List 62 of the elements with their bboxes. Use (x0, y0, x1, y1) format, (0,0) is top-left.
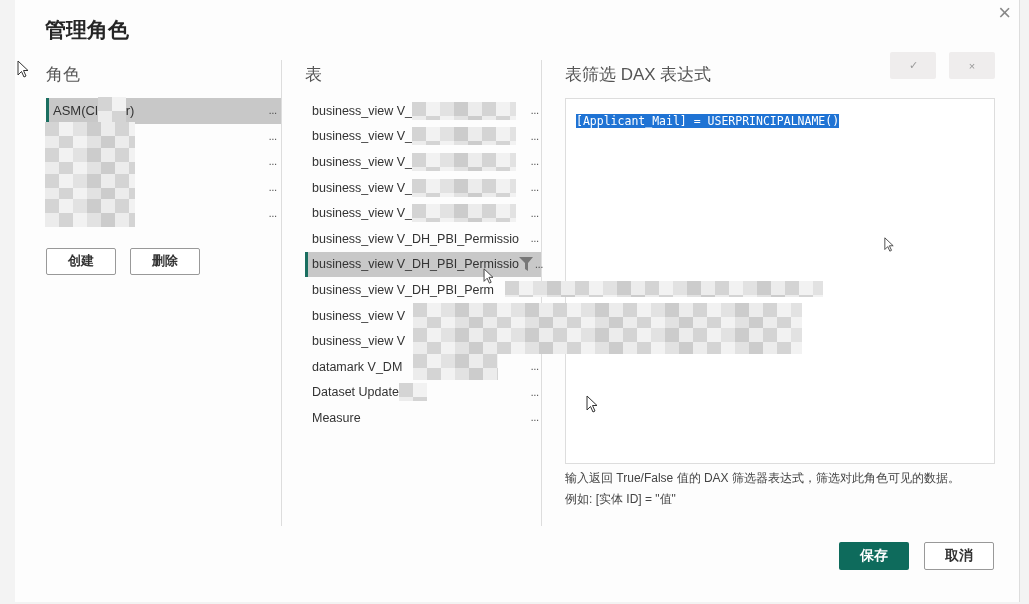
table-item[interactable]: business_view V_ ... (305, 98, 541, 124)
more-options[interactable]: ... (268, 182, 277, 194)
table-item[interactable]: Measure ... (305, 405, 541, 431)
more-options[interactable]: ... (268, 130, 277, 142)
table-name: datamark V_DM (312, 359, 403, 374)
more-options[interactable]: ... (530, 156, 539, 168)
hint-text: 输入返回 True/False 值的 DAX 筛选器表达式，筛选对此角色可见的数据。例如: [实体 ID] = "值" (565, 470, 961, 508)
table-name: business_view V_DH_PBI_Permissio (312, 231, 520, 246)
role-button[interactable]: 创建 (46, 247, 116, 275)
dialog-title: 管理角色 (45, 17, 129, 43)
column-header: 表 (305, 64, 323, 86)
more-options[interactable]: ... (530, 233, 539, 245)
table-name: business_view V_DH_PBI_Permissio (312, 257, 520, 272)
more-options[interactable]: ... (535, 258, 544, 270)
table-item[interactable]: business_view V_ ... (305, 200, 541, 226)
table-name: business_view V_DH_PBI_Perm (312, 282, 495, 297)
role-item[interactable]: ASM(Cl r) ... (46, 98, 281, 124)
role-button[interactable]: 删除 (130, 247, 200, 275)
role-item[interactable]: ... (46, 174, 281, 201)
more-options[interactable]: ... (530, 182, 539, 194)
table-item[interactable]: business_view V_ ... (305, 174, 541, 201)
table-name: business_view V_ (312, 206, 413, 221)
table-name: Dataset Update (312, 385, 399, 400)
table-item[interactable]: business_view V (305, 302, 408, 329)
close-button[interactable]: × (994, 0, 1015, 26)
cursor-icon (884, 237, 894, 252)
more-options[interactable]: ... (530, 386, 539, 398)
dialog-button[interactable]: 保存 (839, 542, 909, 570)
more-options[interactable]: ... (268, 105, 277, 117)
dialog-button[interactable]: 取消 (924, 542, 994, 570)
table-name: business_view V (312, 308, 406, 323)
table-item[interactable]: Dataset Update ... (305, 379, 541, 406)
role-name: ASM(Cl (53, 103, 98, 119)
table-item[interactable]: datamark V_DM ... (305, 353, 541, 380)
table-name: business_view V_ (312, 103, 413, 118)
more-options[interactable]: ... (530, 412, 539, 424)
table-item[interactable]: business_view V_ ... (305, 123, 541, 150)
more-options[interactable]: ... (530, 207, 539, 219)
more-options[interactable]: ... (268, 207, 277, 219)
table-name: Measure (312, 410, 361, 425)
table-name: business_view V_ (312, 155, 413, 169)
cursor-icon (586, 395, 598, 413)
table-item[interactable]: business_view V_DH_PBI_Perm (305, 277, 497, 303)
column-header: 表筛选 DAX 表达式 (565, 64, 712, 86)
role-name: r) (125, 103, 135, 119)
column-header: 角色 (46, 64, 81, 86)
table-item[interactable]: business_view V_ ... (305, 149, 541, 175)
more-options[interactable]: ... (530, 105, 539, 117)
table-item[interactable]: business_view V_DH_PBI_Permissio ... (305, 225, 541, 252)
code-text: [Applicant_Mail] = USERPRINCIPALNAME() (576, 114, 840, 128)
more-options[interactable]: ... (268, 156, 277, 168)
expression-editor[interactable]: [Applicant_Mail] = USERPRINCIPALNAME() (565, 98, 995, 464)
table-item[interactable]: business_view V_DH_PBI_Permissio ... (305, 251, 541, 278)
role-item[interactable]: ... (46, 200, 281, 226)
more-options[interactable]: ... (530, 361, 539, 373)
table-name: business_view V_ (312, 180, 413, 195)
table-item[interactable]: business_view V (305, 328, 408, 354)
role-item[interactable]: ... (46, 123, 281, 150)
role-item[interactable]: ... (46, 149, 281, 175)
more-options[interactable]: ... (530, 130, 539, 142)
table-name: business_view V_ (312, 129, 413, 144)
table-name: business_view V (312, 334, 406, 349)
